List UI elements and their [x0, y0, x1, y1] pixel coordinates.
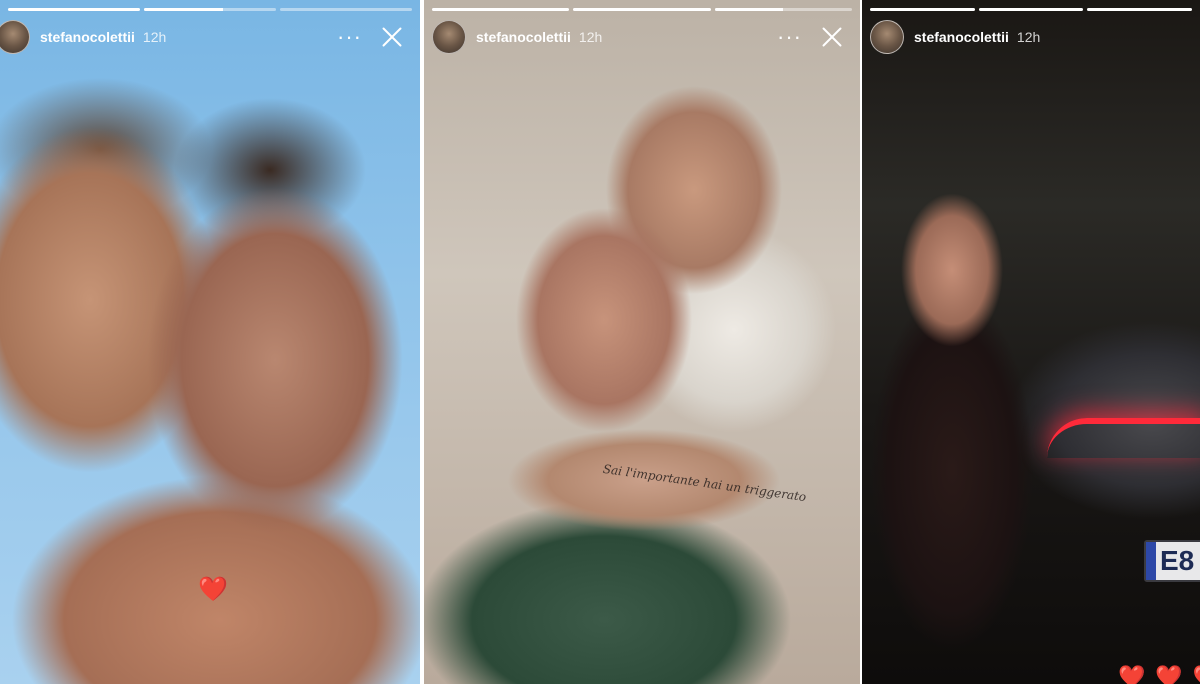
story-progress-bar: [432, 8, 852, 11]
story-panel-2[interactable]: stefanocolettii 12h ··· Sai l'importante…: [424, 0, 860, 684]
avatar[interactable]: [0, 20, 30, 54]
heart-icon: ❤️: [1118, 664, 1146, 684]
avatar[interactable]: [870, 20, 904, 54]
hearts-row: ❤️ ❤️ ❤️: [1118, 664, 1200, 684]
license-plate: E8: [1144, 540, 1200, 582]
tattoo-text: Sai l'importante hai un triggerato: [602, 461, 808, 505]
progress-segment: [280, 8, 412, 11]
post-time: 12h: [142, 29, 167, 45]
heart-icon: ❤️: [1193, 664, 1200, 684]
progress-segment: [8, 8, 140, 11]
close-icon[interactable]: [820, 25, 844, 49]
post-time: 12h: [578, 29, 603, 45]
car-taillight: [1047, 418, 1200, 458]
story-progress-bar: [870, 8, 1193, 11]
progress-segment: [978, 8, 1084, 11]
story-header: stefanocolettii 12h ···: [424, 18, 860, 56]
progress-segment: [432, 8, 570, 11]
story-header: stefanocolettii 12h ···: [0, 18, 420, 56]
story-panel-1[interactable]: stefanocolettii 12h ··· ❤️: [0, 0, 420, 684]
close-icon[interactable]: [380, 25, 404, 49]
progress-segment: [714, 8, 852, 11]
progress-segment: [870, 8, 975, 11]
more-options-icon[interactable]: ···: [777, 26, 802, 48]
avatar[interactable]: [432, 20, 466, 54]
heart-icon: ❤️: [1155, 664, 1183, 684]
post-time: 12h: [1016, 29, 1041, 45]
heart-icon: ❤️: [198, 576, 228, 603]
username[interactable]: stefanocolettii: [476, 29, 571, 45]
story-header: stefanocolettii 12h: [862, 18, 1200, 56]
story-panel-3[interactable]: stefanocolettii 12h E8 ❤️ ❤️ ❤️: [862, 0, 1200, 684]
progress-segment: [144, 8, 276, 11]
username[interactable]: stefanocolettii: [40, 29, 135, 45]
progress-segment: [573, 8, 711, 11]
license-plate-text: E8: [1160, 545, 1195, 576]
story-progress-bar: [8, 8, 412, 11]
progress-segment: [1087, 8, 1193, 11]
username[interactable]: stefanocolettii: [914, 29, 1009, 45]
more-options-icon[interactable]: ···: [337, 26, 362, 48]
